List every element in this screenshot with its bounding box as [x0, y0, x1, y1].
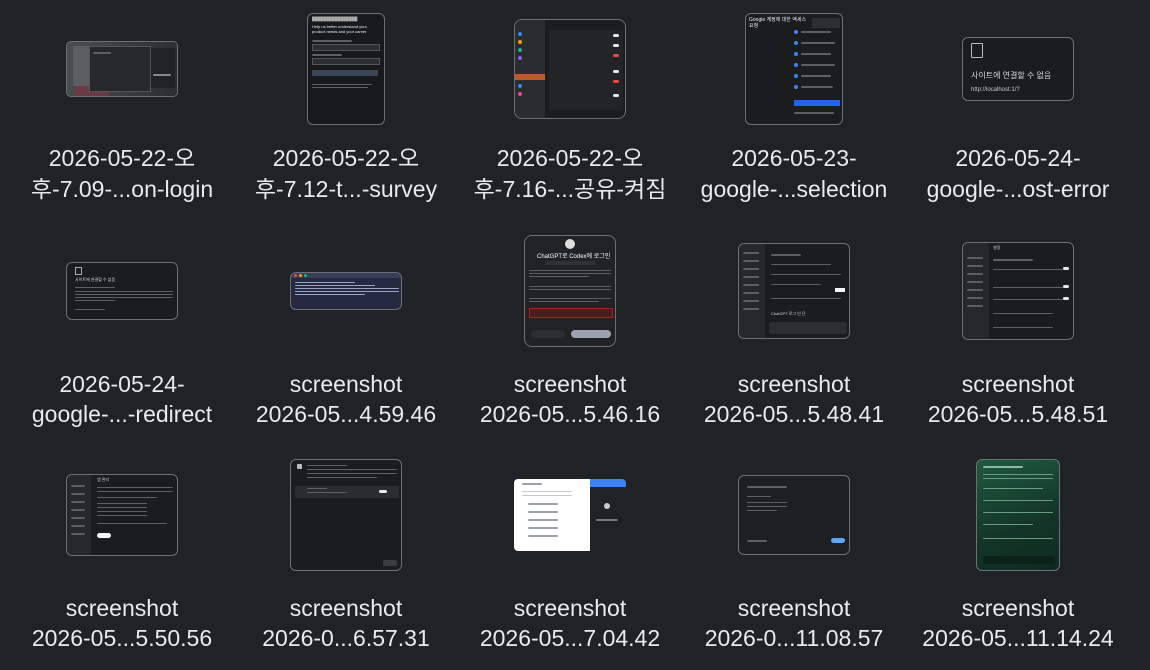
- file-item[interactable]: Google 계정에 대한 액세스 요청 2026-05-23- google-…: [682, 0, 906, 224]
- file-thumbnail[interactable]: 앱 관리: [66, 474, 178, 556]
- file-item[interactable]: screenshot 2026-0...6.57.31: [234, 446, 458, 670]
- document-icon: [971, 43, 983, 58]
- file-name-line2: 2026-0...11.08.57: [704, 625, 884, 651]
- file-name-line2: 2026-05...5.46.16: [479, 401, 661, 427]
- localhost-url: http://localhost:1/?: [971, 87, 1020, 93]
- file-name-line2: 후-7.16-...공유-켜짐: [473, 176, 667, 202]
- file-item[interactable]: screenshot 2026-0...11.08.57: [682, 446, 906, 670]
- file-item[interactable]: screenshot 2026-05...7.04.42: [458, 446, 682, 670]
- file-name-line2: google-...-redirect: [31, 401, 213, 427]
- file-name-line1: screenshot: [961, 595, 1075, 621]
- file-thumbnail[interactable]: ChatGPT로 Codex에 로그인: [524, 235, 616, 347]
- file-name-line1: 2026-05-22-오: [496, 145, 644, 171]
- file-item[interactable]: screenshot 2026-05...4.59.46: [234, 222, 458, 446]
- file-name-line2: 2026-05...5.48.41: [703, 401, 885, 427]
- file-name-line2: 2026-05...7.04.42: [479, 625, 661, 651]
- file-grid: 2026-05-22-오 후-7.09-...on-login ████████…: [0, 0, 1150, 660]
- file-name-line1: 2026-05-24-: [59, 371, 185, 397]
- file-name-line1: screenshot: [513, 595, 627, 621]
- file-name-line1: screenshot: [961, 371, 1075, 397]
- file-name-line2: 2026-05...11.14.24: [922, 625, 1114, 651]
- file-name-line2: google-...selection: [700, 176, 888, 202]
- survey-title: Help us better understand your product n…: [312, 24, 367, 34]
- file-thumbnail[interactable]: [290, 459, 402, 571]
- file-name-line2: 2026-05...5.50.56: [31, 625, 213, 651]
- file-thumbnail[interactable]: [66, 41, 178, 97]
- file-name-line1: screenshot: [737, 371, 851, 397]
- file-name-line2: 2026-05...5.48.51: [927, 401, 1109, 427]
- file-name-line2: 2026-05...4.59.46: [255, 401, 437, 427]
- file-name-line2: google-...ost-error: [926, 176, 1110, 202]
- file-item[interactable]: ChatGPT 로그 인 단 screenshot 2026-05...5.48…: [682, 222, 906, 446]
- file-name-line1: 2026-05-22-오: [48, 145, 196, 171]
- file-name-line1: screenshot: [513, 371, 627, 397]
- file-thumbnail[interactable]: [738, 475, 850, 555]
- file-thumbnail[interactable]: Google 계정에 대한 액세스 요청: [745, 13, 843, 125]
- file-item[interactable]: 설정 screenshot 2026-05...5.48.51: [906, 222, 1130, 446]
- file-item[interactable]: 앱 관리 screenshot 2026-05...5.50.56: [10, 446, 234, 670]
- file-thumbnail[interactable]: [976, 459, 1060, 571]
- file-thumbnail[interactable]: [514, 479, 626, 551]
- openai-logo-icon: [565, 239, 575, 249]
- file-name-line2: 후-7.12-t...-survey: [254, 176, 438, 202]
- chat-preview: ChatGPT 로그 인 단: [771, 311, 806, 316]
- file-thumbnail[interactable]: 사이트에 연결할 수 없음: [66, 262, 178, 320]
- document-icon: [75, 267, 82, 275]
- redirect-error-title: 사이트에 연결할 수 없음: [75, 277, 116, 282]
- login-title: ChatGPT로 Codex에 로그인: [537, 254, 611, 260]
- file-item[interactable]: ████████████████ Help us better understa…: [234, 0, 458, 224]
- file-name-line1: screenshot: [737, 595, 851, 621]
- settings-header: 설정: [993, 245, 1001, 250]
- file-name-line1: screenshot: [65, 595, 179, 621]
- file-item[interactable]: 사이트에 연결할 수 없음 http://localhost:1/? 2026-…: [906, 0, 1130, 224]
- file-item[interactable]: 2026-05-22-오 후-7.16-...공유-켜짐: [458, 0, 682, 224]
- file-item[interactable]: 사이트에 연결할 수 없음 2026-05-24- google-...-red…: [10, 222, 234, 446]
- file-thumbnail[interactable]: [514, 19, 626, 119]
- file-name-line1: 2026-05-24-: [955, 145, 1081, 171]
- file-thumbnail[interactable]: 사이트에 연결할 수 없음 http://localhost:1/?: [962, 37, 1074, 101]
- file-name-line1: 2026-05-23-: [731, 145, 857, 171]
- file-name-line1: screenshot: [289, 595, 403, 621]
- file-thumbnail[interactable]: ChatGPT 로그 인 단: [738, 243, 850, 339]
- file-name-line2: 2026-0...6.57.31: [262, 625, 430, 651]
- google-title: Google 계정에 대한 액세스 요청: [749, 17, 807, 29]
- file-name-line1: screenshot: [289, 371, 403, 397]
- connection-error-title: 사이트에 연결할 수 없음: [971, 71, 1052, 80]
- file-name-line2: 후-7.09-...on-login: [30, 176, 214, 202]
- file-item[interactable]: ChatGPT로 Codex에 로그인 screenshot 2026-05..…: [458, 222, 682, 446]
- file-name-line1: 2026-05-22-오: [272, 145, 420, 171]
- file-item[interactable]: 2026-05-22-오 후-7.09-...on-login: [10, 0, 234, 224]
- sidebar-title: 앱 관리: [97, 477, 110, 482]
- file-thumbnail[interactable]: [290, 272, 402, 310]
- file-thumbnail[interactable]: 설정: [962, 242, 1074, 340]
- file-thumbnail[interactable]: ████████████████ Help us better understa…: [307, 13, 385, 125]
- file-item[interactable]: screenshot 2026-05...11.14.24: [906, 446, 1130, 670]
